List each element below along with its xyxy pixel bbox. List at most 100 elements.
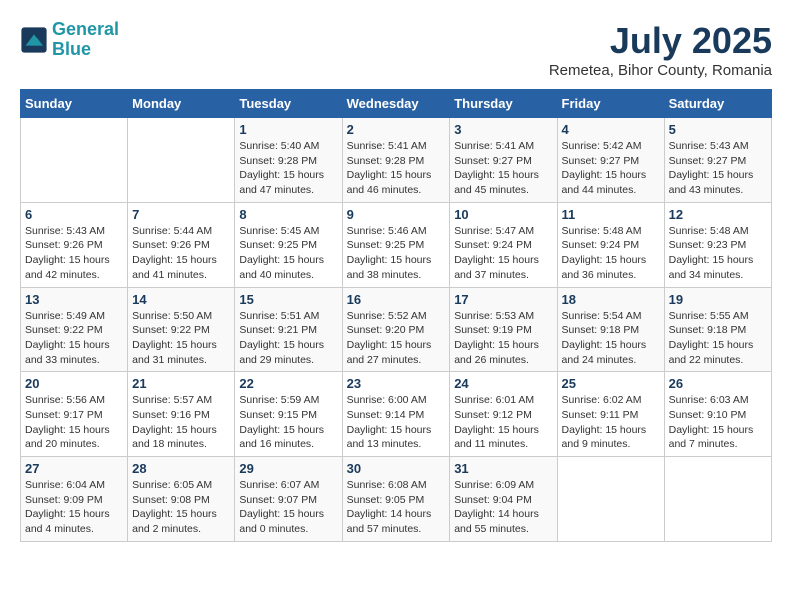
calendar-cell: 2 Sunrise: 5:41 AMSunset: 9:28 PMDaylight…: [342, 118, 450, 203]
day-number: 21: [132, 376, 230, 391]
subtitle: Remetea, Bihor County, Romania: [549, 62, 772, 79]
logo: General Blue: [20, 20, 119, 60]
header-wednesday: Wednesday: [342, 90, 450, 118]
calendar-cell: 13 Sunrise: 5:49 AMSunset: 9:22 PMDayligh…: [21, 287, 128, 372]
day-info: Sunrise: 6:02 AMSunset: 9:11 PMDaylight:…: [562, 393, 660, 452]
day-info: Sunrise: 5:57 AMSunset: 9:16 PMDaylight:…: [132, 393, 230, 452]
header: General Blue July 2025 Remetea, Bihor Co…: [20, 20, 772, 79]
calendar-cell: 27 Sunrise: 6:04 AMSunset: 9:09 PMDayligh…: [21, 457, 128, 542]
calendar-cell: [664, 457, 771, 542]
day-info: Sunrise: 5:45 AMSunset: 9:25 PMDaylight:…: [239, 224, 337, 283]
day-number: 24: [454, 376, 552, 391]
day-info: Sunrise: 5:42 AMSunset: 9:27 PMDaylight:…: [562, 139, 660, 198]
day-info: Sunrise: 5:40 AMSunset: 9:28 PMDaylight:…: [239, 139, 337, 198]
day-number: 27: [25, 461, 123, 476]
day-number: 13: [25, 292, 123, 307]
calendar-cell: 16Sunrise: 5:52 AMSunset: 9:20 PMDayligh…: [342, 287, 450, 372]
calendar-cell: 15Sunrise: 5:51 AMSunset: 9:21 PMDayligh…: [235, 287, 342, 372]
day-number: 5: [669, 122, 767, 137]
day-number: 28: [132, 461, 230, 476]
header-tuesday: Tuesday: [235, 90, 342, 118]
calendar-cell: 1 Sunrise: 5:40 AMSunset: 9:28 PMDaylight…: [235, 118, 342, 203]
calendar-cell: 6 Sunrise: 5:43 AMSunset: 9:26 PMDaylight…: [21, 202, 128, 287]
day-number: 22: [239, 376, 337, 391]
day-info: Sunrise: 6:01 AMSunset: 9:12 PMDaylight:…: [454, 393, 552, 452]
day-info: Sunrise: 5:53 AMSunset: 9:19 PMDaylight:…: [454, 309, 552, 368]
calendar-cell: 28 Sunrise: 6:05 AMSunset: 9:08 PMDayligh…: [128, 457, 235, 542]
title-area: July 2025 Remetea, Bihor County, Romania: [549, 20, 772, 79]
day-info: Sunrise: 5:47 AMSunset: 9:24 PMDaylight:…: [454, 224, 552, 283]
day-info: Sunrise: 5:49 AMSunset: 9:22 PMDaylight:…: [25, 309, 123, 368]
week-row-1: 1 Sunrise: 5:40 AMSunset: 9:28 PMDaylight…: [21, 118, 772, 203]
calendar-cell: 17 Sunrise: 5:53 AMSunset: 9:19 PMDayligh…: [450, 287, 557, 372]
day-info: Sunrise: 5:55 AMSunset: 9:18 PMDaylight:…: [669, 309, 767, 368]
calendar-cell: [128, 118, 235, 203]
day-number: 30: [347, 461, 446, 476]
calendar-cell: 18 Sunrise: 5:54 AMSunset: 9:18 PMDayligh…: [557, 287, 664, 372]
week-row-2: 6 Sunrise: 5:43 AMSunset: 9:26 PMDaylight…: [21, 202, 772, 287]
header-monday: Monday: [128, 90, 235, 118]
logo-icon: [20, 26, 48, 54]
logo-general: General: [52, 19, 119, 39]
calendar-cell: 19 Sunrise: 5:55 AMSunset: 9:18 PMDayligh…: [664, 287, 771, 372]
logo-text: General Blue: [52, 20, 119, 60]
day-info: Sunrise: 6:03 AMSunset: 9:10 PMDaylight:…: [669, 393, 767, 452]
day-info: Sunrise: 6:07 AMSunset: 9:07 PMDaylight:…: [239, 478, 337, 537]
day-info: Sunrise: 5:46 AMSunset: 9:25 PMDaylight:…: [347, 224, 446, 283]
day-number: 26: [669, 376, 767, 391]
day-info: Sunrise: 5:48 AMSunset: 9:23 PMDaylight:…: [669, 224, 767, 283]
day-info: Sunrise: 5:50 AMSunset: 9:22 PMDaylight:…: [132, 309, 230, 368]
calendar-cell: 25 Sunrise: 6:02 AMSunset: 9:11 PMDayligh…: [557, 372, 664, 457]
day-info: Sunrise: 5:48 AMSunset: 9:24 PMDaylight:…: [562, 224, 660, 283]
day-number: 19: [669, 292, 767, 307]
day-number: 11: [562, 207, 660, 222]
day-number: 3: [454, 122, 552, 137]
day-info: Sunrise: 6:09 AMSunset: 9:04 PMDaylight:…: [454, 478, 552, 537]
day-number: 9: [347, 207, 446, 222]
day-info: Sunrise: 5:43 AMSunset: 9:26 PMDaylight:…: [25, 224, 123, 283]
header-friday: Friday: [557, 90, 664, 118]
day-number: 17: [454, 292, 552, 307]
week-row-5: 27 Sunrise: 6:04 AMSunset: 9:09 PMDayligh…: [21, 457, 772, 542]
day-info: Sunrise: 5:54 AMSunset: 9:18 PMDaylight:…: [562, 309, 660, 368]
day-info: Sunrise: 5:51 AMSunset: 9:21 PMDaylight:…: [239, 309, 337, 368]
day-number: 7: [132, 207, 230, 222]
header-thursday: Thursday: [450, 90, 557, 118]
day-number: 25: [562, 376, 660, 391]
calendar-cell: 14 Sunrise: 5:50 AMSunset: 9:22 PMDayligh…: [128, 287, 235, 372]
day-number: 2: [347, 122, 446, 137]
day-info: Sunrise: 6:00 AMSunset: 9:14 PMDaylight:…: [347, 393, 446, 452]
calendar-cell: 26 Sunrise: 6:03 AMSunset: 9:10 PMDayligh…: [664, 372, 771, 457]
day-info: Sunrise: 5:56 AMSunset: 9:17 PMDaylight:…: [25, 393, 123, 452]
calendar-cell: 12Sunrise: 5:48 AMSunset: 9:23 PMDayligh…: [664, 202, 771, 287]
day-number: 14: [132, 292, 230, 307]
calendar-cell: 3Sunrise: 5:41 AMSunset: 9:27 PMDaylight…: [450, 118, 557, 203]
day-number: 1: [239, 122, 337, 137]
day-number: 8: [239, 207, 337, 222]
calendar-cell: 22 Sunrise: 5:59 AMSunset: 9:15 PMDayligh…: [235, 372, 342, 457]
header-saturday: Saturday: [664, 90, 771, 118]
calendar-cell: 20 Sunrise: 5:56 AMSunset: 9:17 PMDayligh…: [21, 372, 128, 457]
calendar-cell: [21, 118, 128, 203]
day-number: 18: [562, 292, 660, 307]
calendar-cell: 24 Sunrise: 6:01 AMSunset: 9:12 PMDayligh…: [450, 372, 557, 457]
day-number: 29: [239, 461, 337, 476]
calendar-cell: 8 Sunrise: 5:45 AMSunset: 9:25 PMDaylight…: [235, 202, 342, 287]
day-info: Sunrise: 5:43 AMSunset: 9:27 PMDaylight:…: [669, 139, 767, 198]
day-info: Sunrise: 5:41 AMSunset: 9:28 PMDaylight:…: [347, 139, 446, 198]
day-info: Sunrise: 5:44 AMSunset: 9:26 PMDaylight:…: [132, 224, 230, 283]
day-info: Sunrise: 5:52 AMSunset: 9:20 PMDaylight:…: [347, 309, 446, 368]
day-info: Sunrise: 6:04 AMSunset: 9:09 PMDaylight:…: [25, 478, 123, 537]
week-row-4: 20 Sunrise: 5:56 AMSunset: 9:17 PMDayligh…: [21, 372, 772, 457]
calendar-cell: 11 Sunrise: 5:48 AMSunset: 9:24 PMDayligh…: [557, 202, 664, 287]
calendar-table: SundayMondayTuesdayWednesdayThursdayFrid…: [20, 89, 772, 542]
day-number: 20: [25, 376, 123, 391]
calendar-cell: 30Sunrise: 6:08 AMSunset: 9:05 PMDayligh…: [342, 457, 450, 542]
calendar-cell: 31Sunrise: 6:09 AMSunset: 9:04 PMDayligh…: [450, 457, 557, 542]
day-info: Sunrise: 5:59 AMSunset: 9:15 PMDaylight:…: [239, 393, 337, 452]
calendar-cell: 10Sunrise: 5:47 AMSunset: 9:24 PMDayligh…: [450, 202, 557, 287]
day-number: 6: [25, 207, 123, 222]
calendar-cell: 5 Sunrise: 5:43 AMSunset: 9:27 PMDaylight…: [664, 118, 771, 203]
day-info: Sunrise: 6:05 AMSunset: 9:08 PMDaylight:…: [132, 478, 230, 537]
calendar-header-row: SundayMondayTuesdayWednesdayThursdayFrid…: [21, 90, 772, 118]
